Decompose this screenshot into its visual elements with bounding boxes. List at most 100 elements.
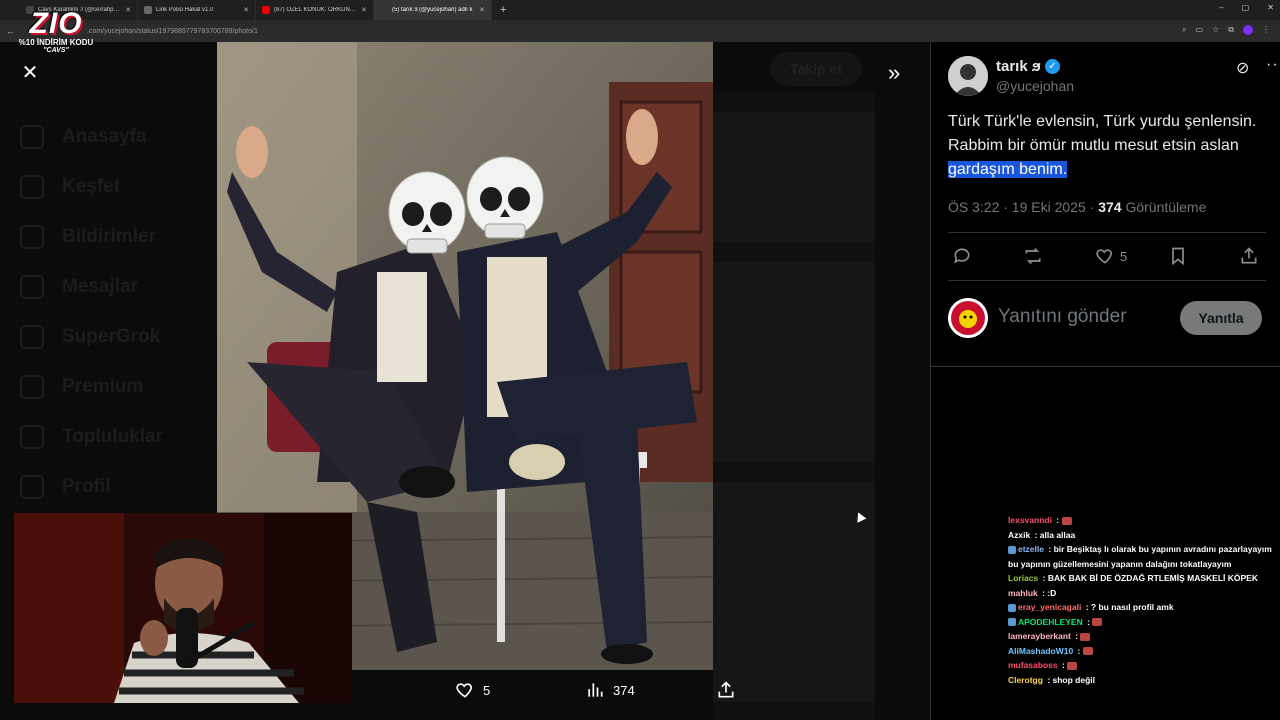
dimmed-nav-item: Premium — [20, 362, 163, 412]
author-avatar[interactable] — [948, 56, 988, 96]
chat-message: APODEHLEYEN : — [1008, 615, 1276, 630]
extension-icons: ⌕ ▭ ☆ ⧉ ⋮ — [1182, 25, 1270, 37]
chat-message: lamerayberkant : — [1008, 629, 1276, 644]
post-header: tarık ϧ ✓ @yucejohan ⊘ ··· — [948, 56, 1280, 96]
browser-tab[interactable]: Link Polisi Hakat v1.0 ✕ — [138, 0, 256, 20]
dimmed-nav-item: Bildirimler — [20, 212, 163, 262]
dimmed-nav-item: Anasayfa — [20, 112, 163, 162]
dimmed-nav-item: Mesajlar — [20, 262, 163, 312]
reply-action[interactable] — [952, 246, 972, 266]
chat-username[interactable]: APODEHLEYEN — [1018, 617, 1083, 627]
url-field[interactable]: .com/yucejohan/status/197988577978370078… — [87, 28, 258, 35]
stream-chat: lexsvanndi : Azxik : alla allaa etzelle :… — [1008, 513, 1276, 687]
chat-emote-icon — [1080, 632, 1091, 641]
user-avatar[interactable] — [948, 298, 988, 338]
dimmed-nav-item: SuperGrok — [20, 312, 163, 362]
chat-username[interactable]: AliMashadoW10 — [1008, 646, 1073, 656]
divider — [948, 232, 1266, 233]
close-icon[interactable]: ✕ — [20, 62, 40, 84]
chat-emote-icon — [1082, 647, 1093, 656]
chat-message: mahluk : :D — [1008, 587, 1057, 598]
section-divider — [931, 366, 1280, 367]
chat-username[interactable]: lamerayberkant — [1008, 631, 1071, 641]
chat-text: shop değil — [1052, 674, 1096, 685]
tab-close-icon[interactable]: ✕ — [361, 6, 367, 14]
webcam-overlay — [14, 513, 352, 703]
heart-icon — [1096, 249, 1112, 264]
dimmed-nav-item: Profil — [20, 462, 163, 512]
media-views-button[interactable]: 374 — [585, 680, 635, 700]
profile-icon[interactable] — [1243, 25, 1253, 37]
tab-close-icon[interactable]: ✕ — [243, 6, 249, 14]
heart-icon — [456, 683, 472, 698]
dimmed-sidebar: Anasayfa Keşfet Bildirimler Mesajlar SuperGr… — [20, 112, 163, 512]
close-window-icon[interactable]: ✕ — [1267, 3, 1274, 12]
chat-username[interactable]: etzelle — [1018, 544, 1044, 554]
view-count: 374 — [1098, 199, 1122, 215]
chat-message: etzelle : bir Beşiktaş lı olarak bu yapı… — [1008, 544, 1272, 569]
nav-label: SuperGrok — [62, 326, 161, 347]
like-action[interactable]: 5 — [1095, 246, 1127, 266]
nav-label: Profil — [62, 476, 111, 497]
reply-input[interactable]: Yanıtını gönder — [998, 306, 1127, 328]
tab-title: (5) tarık ϧ (@yucejohan) adlı k — [392, 7, 473, 13]
media-like-button[interactable]: 5 — [455, 680, 490, 700]
browser-tab[interactable]: (5) tarık ϧ (@yucejohan) adlı k ✕ — [374, 0, 492, 20]
chat-text: :D — [1047, 587, 1057, 598]
selected-text: gardaşım benim. — [948, 161, 1068, 178]
tab-favicon-icon — [144, 6, 152, 14]
chat-username[interactable]: mahluk — [1008, 588, 1038, 598]
bookmark-star-icon[interactable]: ☆ — [1212, 25, 1219, 37]
media-share-button[interactable] — [716, 680, 736, 700]
author-name[interactable]: tarık ϧ ✓ — [996, 58, 1060, 75]
reply-button[interactable]: Yanıtla — [1180, 301, 1262, 335]
grok-icon[interactable]: ⊘ — [1236, 58, 1249, 78]
author-handle[interactable]: @yucejohan — [996, 78, 1074, 94]
chat-username[interactable]: lexsvanndi — [1008, 515, 1052, 525]
nav-label: Bildirimler — [62, 226, 156, 247]
dimmed-nav-item: Topluluklar — [20, 412, 163, 462]
nav-label: Mesajlar — [62, 276, 139, 297]
chat-text: bir Beşiktaş lı olarak bu yapının avradı… — [1008, 544, 1272, 569]
chat-username[interactable]: Clerotgg — [1008, 675, 1043, 685]
tab-favicon-icon — [262, 6, 270, 14]
expand-panel-icon[interactable]: » — [888, 62, 900, 84]
chat-username[interactable]: eray_yenicagali — [1018, 602, 1081, 612]
new-tab-button[interactable]: + — [500, 4, 506, 16]
cast-icon[interactable]: ▭ — [1196, 25, 1204, 37]
chat-emote-icon — [1061, 516, 1072, 525]
browser-tab[interactable]: (87) ÖZEL KONUK: ORKUN ÖZ ✕ — [256, 0, 374, 20]
chat-username[interactable]: Azxik — [1008, 530, 1030, 540]
menu-icon[interactable]: ⋮ — [1262, 25, 1270, 37]
maximize-icon[interactable]: ▢ — [1242, 3, 1250, 12]
dimmed-follow-button: Takip et — [770, 52, 862, 86]
tab-close-icon[interactable]: ✕ — [125, 6, 131, 14]
chat-badge-icon — [1008, 603, 1016, 612]
browser-tab-bar: Cavs Karahlinli :r (@cerrahpasa ✕ Link Pol… — [0, 0, 1280, 20]
chat-text: alla allaa — [1039, 529, 1076, 540]
address-bar: ← .com/yucejohan/status/1979885779783700… — [0, 20, 1280, 42]
tab-title: Link Polisi Hakat v1.0 — [156, 7, 214, 13]
chat-text: ? bu nasıl profil amk — [1090, 602, 1174, 612]
like-count: 5 — [1120, 248, 1128, 264]
share-action[interactable] — [1239, 246, 1259, 266]
more-options-icon[interactable]: ··· — [1266, 56, 1280, 74]
minimize-icon[interactable]: – — [1219, 3, 1223, 12]
dimmed-nav-item: Keşfet — [20, 162, 163, 212]
chat-badge-icon — [1008, 618, 1016, 627]
repost-action[interactable] — [1023, 246, 1043, 266]
chat-username[interactable]: mufasaboss — [1008, 660, 1058, 670]
chat-badge-icon — [1008, 545, 1016, 554]
chat-message: AliMashadoW10 : — [1008, 644, 1276, 659]
media-view-count: 374 — [613, 682, 635, 698]
post-text: Türk Türk'le evlensin, Türk yurdu şenlen… — [948, 113, 1257, 178]
nav-icon — [20, 225, 44, 249]
bookmark-action[interactable] — [1168, 246, 1188, 266]
tab-close-icon[interactable]: ✕ — [479, 6, 485, 14]
chat-username[interactable]: Loriacs — [1008, 573, 1038, 583]
extensions-icon[interactable]: ⧉ — [1228, 25, 1234, 37]
tab-favicon-icon — [380, 6, 388, 14]
chat-message: lexsvanndi : — [1008, 513, 1276, 528]
search-icon[interactable]: ⌕ — [1182, 25, 1186, 37]
nav-icon — [20, 475, 44, 499]
